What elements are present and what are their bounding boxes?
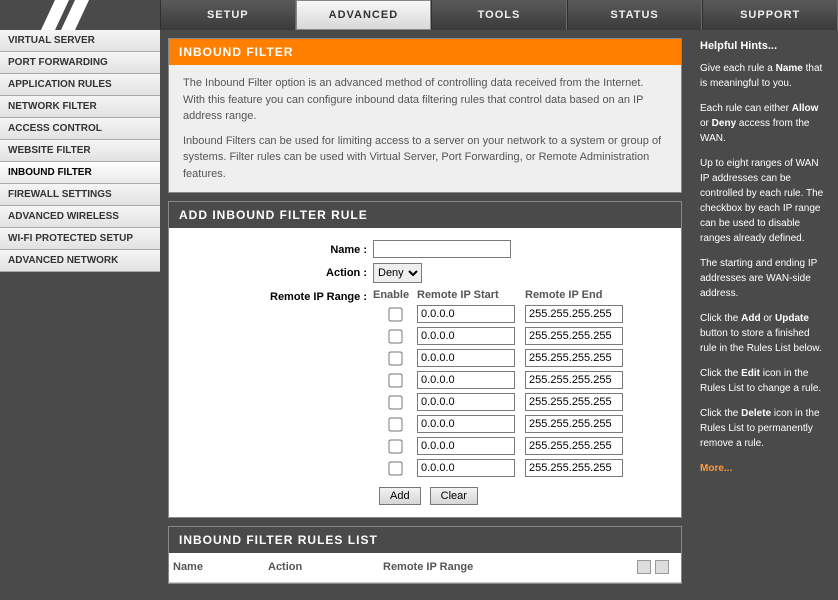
rules-col-name: Name: [169, 553, 264, 582]
rules-heading: INBOUND FILTER RULES LIST: [169, 527, 681, 553]
intro-body: The Inbound Filter option is an advanced…: [169, 65, 681, 192]
form-panel: ADD INBOUND FILTER RULE Name : Action : …: [168, 201, 682, 518]
range-table: Enable Remote IP Start Remote IP End: [373, 287, 625, 480]
range-row: [373, 347, 625, 369]
hints-more-link[interactable]: More...: [700, 463, 732, 474]
rules-col-action: Action: [264, 553, 379, 582]
button-row: Add Clear: [183, 481, 667, 507]
range-end-input[interactable]: [525, 459, 623, 477]
action-label: Action :: [183, 263, 373, 282]
form-heading: ADD INBOUND FILTER RULE: [169, 202, 681, 228]
col-end: Remote IP End: [525, 287, 625, 304]
range-enable-checkbox[interactable]: [388, 461, 402, 475]
range-start-input[interactable]: [417, 393, 515, 411]
brand-logo: [0, 0, 160, 30]
action-select[interactable]: DenyAllow: [373, 263, 422, 283]
main-content: INBOUND FILTER The Inbound Filter option…: [160, 30, 690, 600]
range-label: Remote IP Range :: [183, 287, 373, 306]
intro-text-1: The Inbound Filter option is an advanced…: [183, 75, 667, 125]
hints-panel: Helpful Hints... Give each rule a Name t…: [690, 30, 838, 600]
name-label: Name :: [183, 240, 373, 259]
range-start-input[interactable]: [417, 371, 515, 389]
range-start-input[interactable]: [417, 305, 515, 323]
sidebar-item[interactable]: NETWORK FILTER: [0, 96, 160, 118]
hints-heading: Helpful Hints...: [700, 38, 828, 55]
hints-p1: Give each rule a Name that is meaningful…: [700, 61, 828, 91]
range-enable-checkbox[interactable]: [388, 439, 402, 453]
range-end-input[interactable]: [525, 349, 623, 367]
form-body: Name : Action : DenyAllow Remote IP Rang…: [169, 228, 681, 517]
range-enable-checkbox[interactable]: [388, 351, 402, 365]
range-enable-checkbox[interactable]: [388, 395, 402, 409]
hints-p6: Click the Edit icon in the Rules List to…: [700, 366, 828, 396]
rules-panel: INBOUND FILTER RULES LIST Name Action Re…: [168, 526, 682, 584]
rules-table: Name Action Remote IP Range: [169, 553, 681, 583]
add-button[interactable]: Add: [379, 487, 421, 505]
sidebar-item[interactable]: INBOUND FILTER: [0, 162, 160, 184]
sidebar-item[interactable]: WEBSITE FILTER: [0, 140, 160, 162]
tab-advanced[interactable]: ADVANCED: [296, 0, 432, 30]
range-row: [373, 325, 625, 347]
hints-p2: Each rule can either Allow or Deny acces…: [700, 101, 828, 146]
range-start-input[interactable]: [417, 349, 515, 367]
intro-panel: INBOUND FILTER The Inbound Filter option…: [168, 38, 682, 193]
clear-button[interactable]: Clear: [430, 487, 478, 505]
tab-setup[interactable]: SETUP: [160, 0, 296, 30]
tab-tools[interactable]: TOOLS: [431, 0, 567, 30]
tab-support[interactable]: SUPPORT: [702, 0, 838, 30]
col-enable: Enable: [373, 287, 417, 304]
range-enable-checkbox[interactable]: [388, 329, 402, 343]
range-end-input[interactable]: [525, 437, 623, 455]
hints-p3: Up to eight ranges of WAN IP addresses c…: [700, 156, 828, 246]
range-enable-checkbox[interactable]: [388, 373, 402, 387]
top-bar: SETUP ADVANCED TOOLS STATUS SUPPORT: [0, 0, 838, 30]
col-start: Remote IP Start: [417, 287, 525, 304]
sidebar-item[interactable]: FIREWALL SETTINGS: [0, 184, 160, 206]
edit-icon[interactable]: [637, 560, 651, 574]
range-header: Enable Remote IP Start Remote IP End: [373, 287, 625, 304]
range-start-input[interactable]: [417, 415, 515, 433]
range-row: [373, 369, 625, 391]
range-end-input[interactable]: [525, 305, 623, 323]
range-start-input[interactable]: [417, 327, 515, 345]
sidebar: VIRTUAL SERVERPORT FORWARDINGAPPLICATION…: [0, 30, 160, 600]
sidebar-item[interactable]: ADVANCED WIRELESS: [0, 206, 160, 228]
range-row: [373, 435, 625, 457]
sidebar-item[interactable]: ACCESS CONTROL: [0, 118, 160, 140]
range-enable-checkbox[interactable]: [388, 307, 402, 321]
name-input[interactable]: [373, 240, 511, 258]
range-enable-checkbox[interactable]: [388, 417, 402, 431]
sidebar-item[interactable]: APPLICATION RULES: [0, 74, 160, 96]
sidebar-item[interactable]: ADVANCED NETWORK: [0, 250, 160, 272]
intro-text-2: Inbound Filters can be used for limiting…: [183, 133, 667, 183]
range-row: [373, 303, 625, 325]
hints-p7: Click the Delete icon in the Rules List …: [700, 406, 828, 451]
range-start-input[interactable]: [417, 459, 515, 477]
range-end-input[interactable]: [525, 415, 623, 433]
intro-heading: INBOUND FILTER: [169, 39, 681, 65]
range-end-input[interactable]: [525, 371, 623, 389]
top-nav: SETUP ADVANCED TOOLS STATUS SUPPORT: [160, 0, 838, 30]
range-end-input[interactable]: [525, 393, 623, 411]
sidebar-item[interactable]: WI-FI PROTECTED SETUP: [0, 228, 160, 250]
rules-col-range: Remote IP Range: [379, 553, 631, 582]
sidebar-item[interactable]: VIRTUAL SERVER: [0, 30, 160, 52]
range-row: [373, 457, 625, 479]
delete-icon[interactable]: [655, 560, 669, 574]
sidebar-item[interactable]: PORT FORWARDING: [0, 52, 160, 74]
hints-p5: Click the Add or Update button to store …: [700, 311, 828, 356]
range-row: [373, 391, 625, 413]
hints-p4: The starting and ending IP addresses are…: [700, 256, 828, 301]
tab-status[interactable]: STATUS: [567, 0, 703, 30]
range-end-input[interactable]: [525, 327, 623, 345]
range-start-input[interactable]: [417, 437, 515, 455]
range-row: [373, 413, 625, 435]
